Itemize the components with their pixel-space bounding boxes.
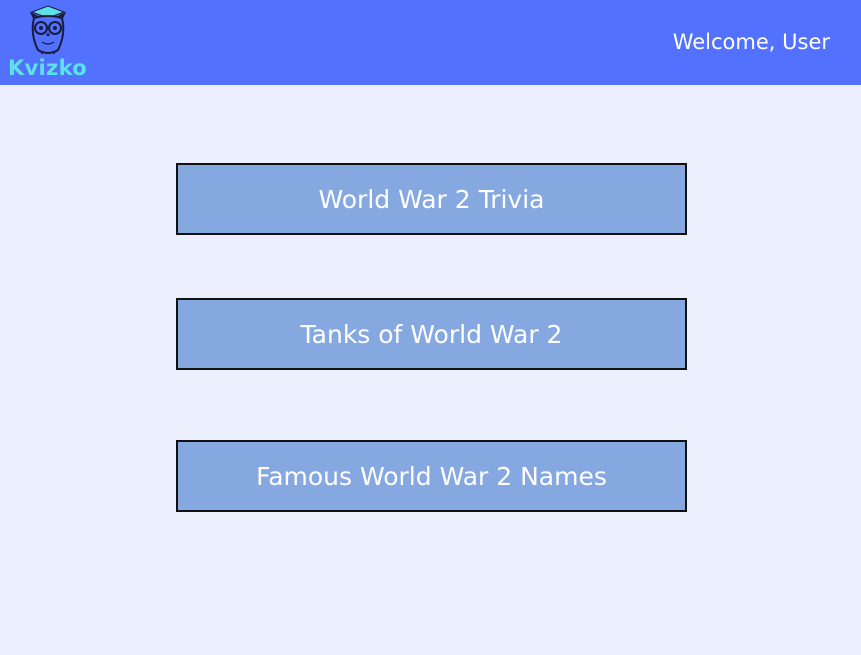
quiz-button-tanks-of-world-war-2[interactable]: Tanks of World War 2 <box>176 298 687 370</box>
logo[interactable]: Kvizko <box>6 2 94 82</box>
welcome-message: Welcome, User <box>672 30 830 54</box>
owl-graduate-icon <box>29 5 67 54</box>
quiz-button-world-war-2-trivia[interactable]: World War 2 Trivia <box>176 163 687 235</box>
logo-text: Kvizko <box>8 56 88 80</box>
quiz-list: World War 2 Trivia Tanks of World War 2 … <box>0 0 861 655</box>
quiz-button-famous-world-war-2-names[interactable]: Famous World War 2 Names <box>176 440 687 512</box>
app-header: Kvizko Welcome, User <box>0 0 861 85</box>
